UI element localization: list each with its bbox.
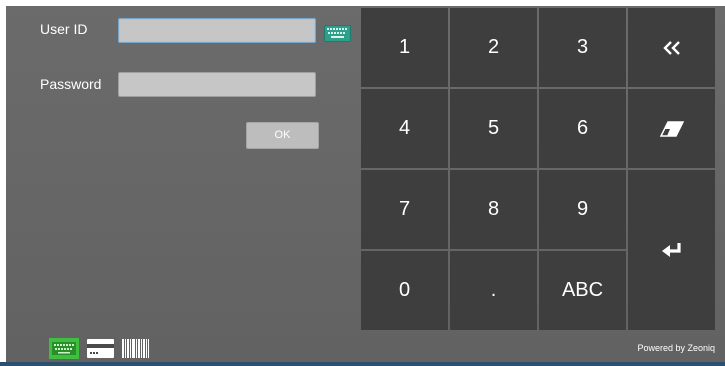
numeric-keypad: 1 2 3 4 5 6 7 8 9 0 . ABC bbox=[361, 8, 715, 330]
key-6[interactable]: 6 bbox=[539, 89, 626, 168]
input-mode-bar bbox=[49, 337, 149, 364]
key-5[interactable]: 5 bbox=[450, 89, 537, 168]
key-1[interactable]: 1 bbox=[361, 8, 448, 87]
key-9[interactable]: 9 bbox=[539, 170, 626, 249]
card-icon[interactable] bbox=[87, 338, 114, 363]
key-4[interactable]: 4 bbox=[361, 89, 448, 168]
key-3[interactable]: 3 bbox=[539, 8, 626, 87]
key-7[interactable]: 7 bbox=[361, 170, 448, 249]
enter-key[interactable] bbox=[628, 170, 715, 330]
user-id-label: User ID bbox=[40, 21, 88, 37]
eraser-icon bbox=[659, 120, 685, 137]
keyboard-icon[interactable] bbox=[49, 337, 79, 364]
ok-button[interactable]: OK bbox=[246, 122, 319, 149]
clear-key[interactable] bbox=[628, 89, 715, 168]
password-label: Password bbox=[40, 76, 102, 92]
key-0[interactable]: 0 bbox=[361, 251, 448, 330]
login-screen: User ID Password OK 1 2 3 4 5 6 7 8 9 0 … bbox=[6, 6, 725, 362]
double-chevron-left-icon bbox=[662, 40, 682, 56]
key-8[interactable]: 8 bbox=[450, 170, 537, 249]
user-id-input[interactable] bbox=[118, 18, 316, 43]
bottom-border bbox=[0, 362, 725, 366]
key-abc[interactable]: ABC bbox=[539, 251, 626, 330]
key-dot[interactable]: . bbox=[450, 251, 537, 330]
keyboard-toggle-icon[interactable] bbox=[324, 25, 351, 42]
key-2[interactable]: 2 bbox=[450, 8, 537, 87]
password-input[interactable] bbox=[118, 72, 316, 97]
enter-icon bbox=[661, 242, 683, 258]
barcode-icon[interactable] bbox=[122, 338, 149, 363]
backspace-key[interactable] bbox=[628, 8, 715, 87]
powered-by-label: Powered by Zeoniq bbox=[637, 343, 715, 353]
